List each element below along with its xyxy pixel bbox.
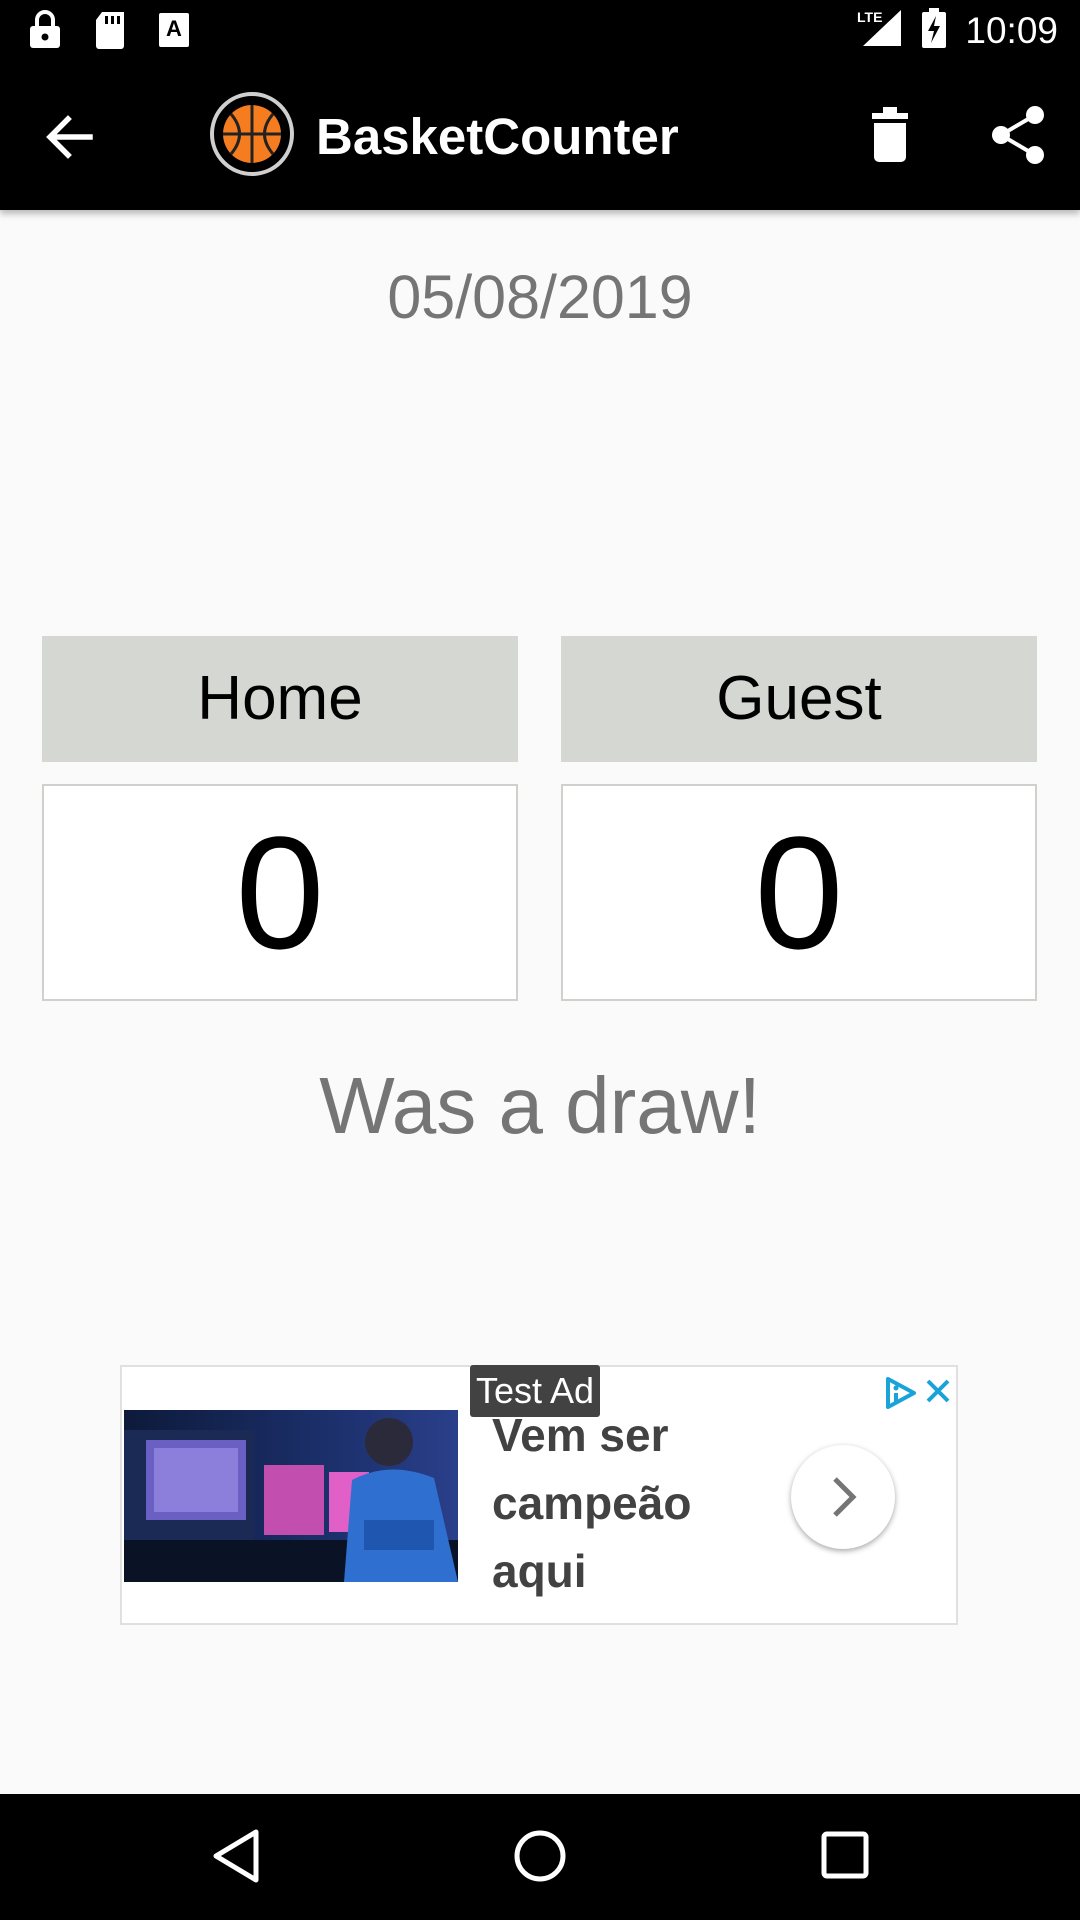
game-result: Was a draw! — [319, 1061, 761, 1150]
svg-text:A: A — [166, 16, 182, 41]
ad-close-icon[interactable] — [922, 1375, 954, 1407]
sd-card-icon — [94, 10, 126, 55]
back-arrow-icon[interactable] — [42, 109, 98, 165]
ad-chevron-button[interactable] — [791, 1445, 895, 1549]
svg-text:LTE: LTE — [857, 9, 882, 25]
delete-icon[interactable] — [866, 107, 914, 163]
nav-back-icon[interactable] — [208, 1826, 264, 1891]
app-title: BasketCounter — [316, 108, 679, 165]
adchoices-icon[interactable] — [882, 1375, 918, 1411]
guest-score: 0 — [561, 784, 1037, 1001]
status-time: 10:09 — [965, 9, 1058, 51]
ad-banner[interactable]: Test Ad Vem ser campeão aqui — [120, 1365, 958, 1625]
navigation-bar — [0, 1794, 1080, 1920]
lock-icon — [28, 10, 62, 55]
battery-charging-icon — [921, 8, 947, 53]
signal-icon: LTE — [855, 8, 903, 53]
ad-image[interactable] — [124, 1410, 458, 1582]
nav-recents-icon[interactable] — [820, 1830, 870, 1885]
game-date: 05/08/2019 — [387, 263, 693, 331]
home-team-label: Home — [42, 636, 518, 762]
basketball-logo-icon — [208, 90, 296, 178]
font-a-icon: A — [158, 12, 190, 53]
nav-home-icon[interactable] — [512, 1826, 568, 1891]
share-icon[interactable] — [990, 105, 1046, 165]
home-score: 0 — [42, 784, 518, 1001]
app-bar: BasketCounter — [0, 63, 1080, 210]
ad-text[interactable]: Vem ser campeão aqui — [492, 1401, 722, 1605]
status-bar: A LTE 10:09 — [0, 0, 1080, 63]
guest-team-label: Guest — [561, 636, 1037, 762]
